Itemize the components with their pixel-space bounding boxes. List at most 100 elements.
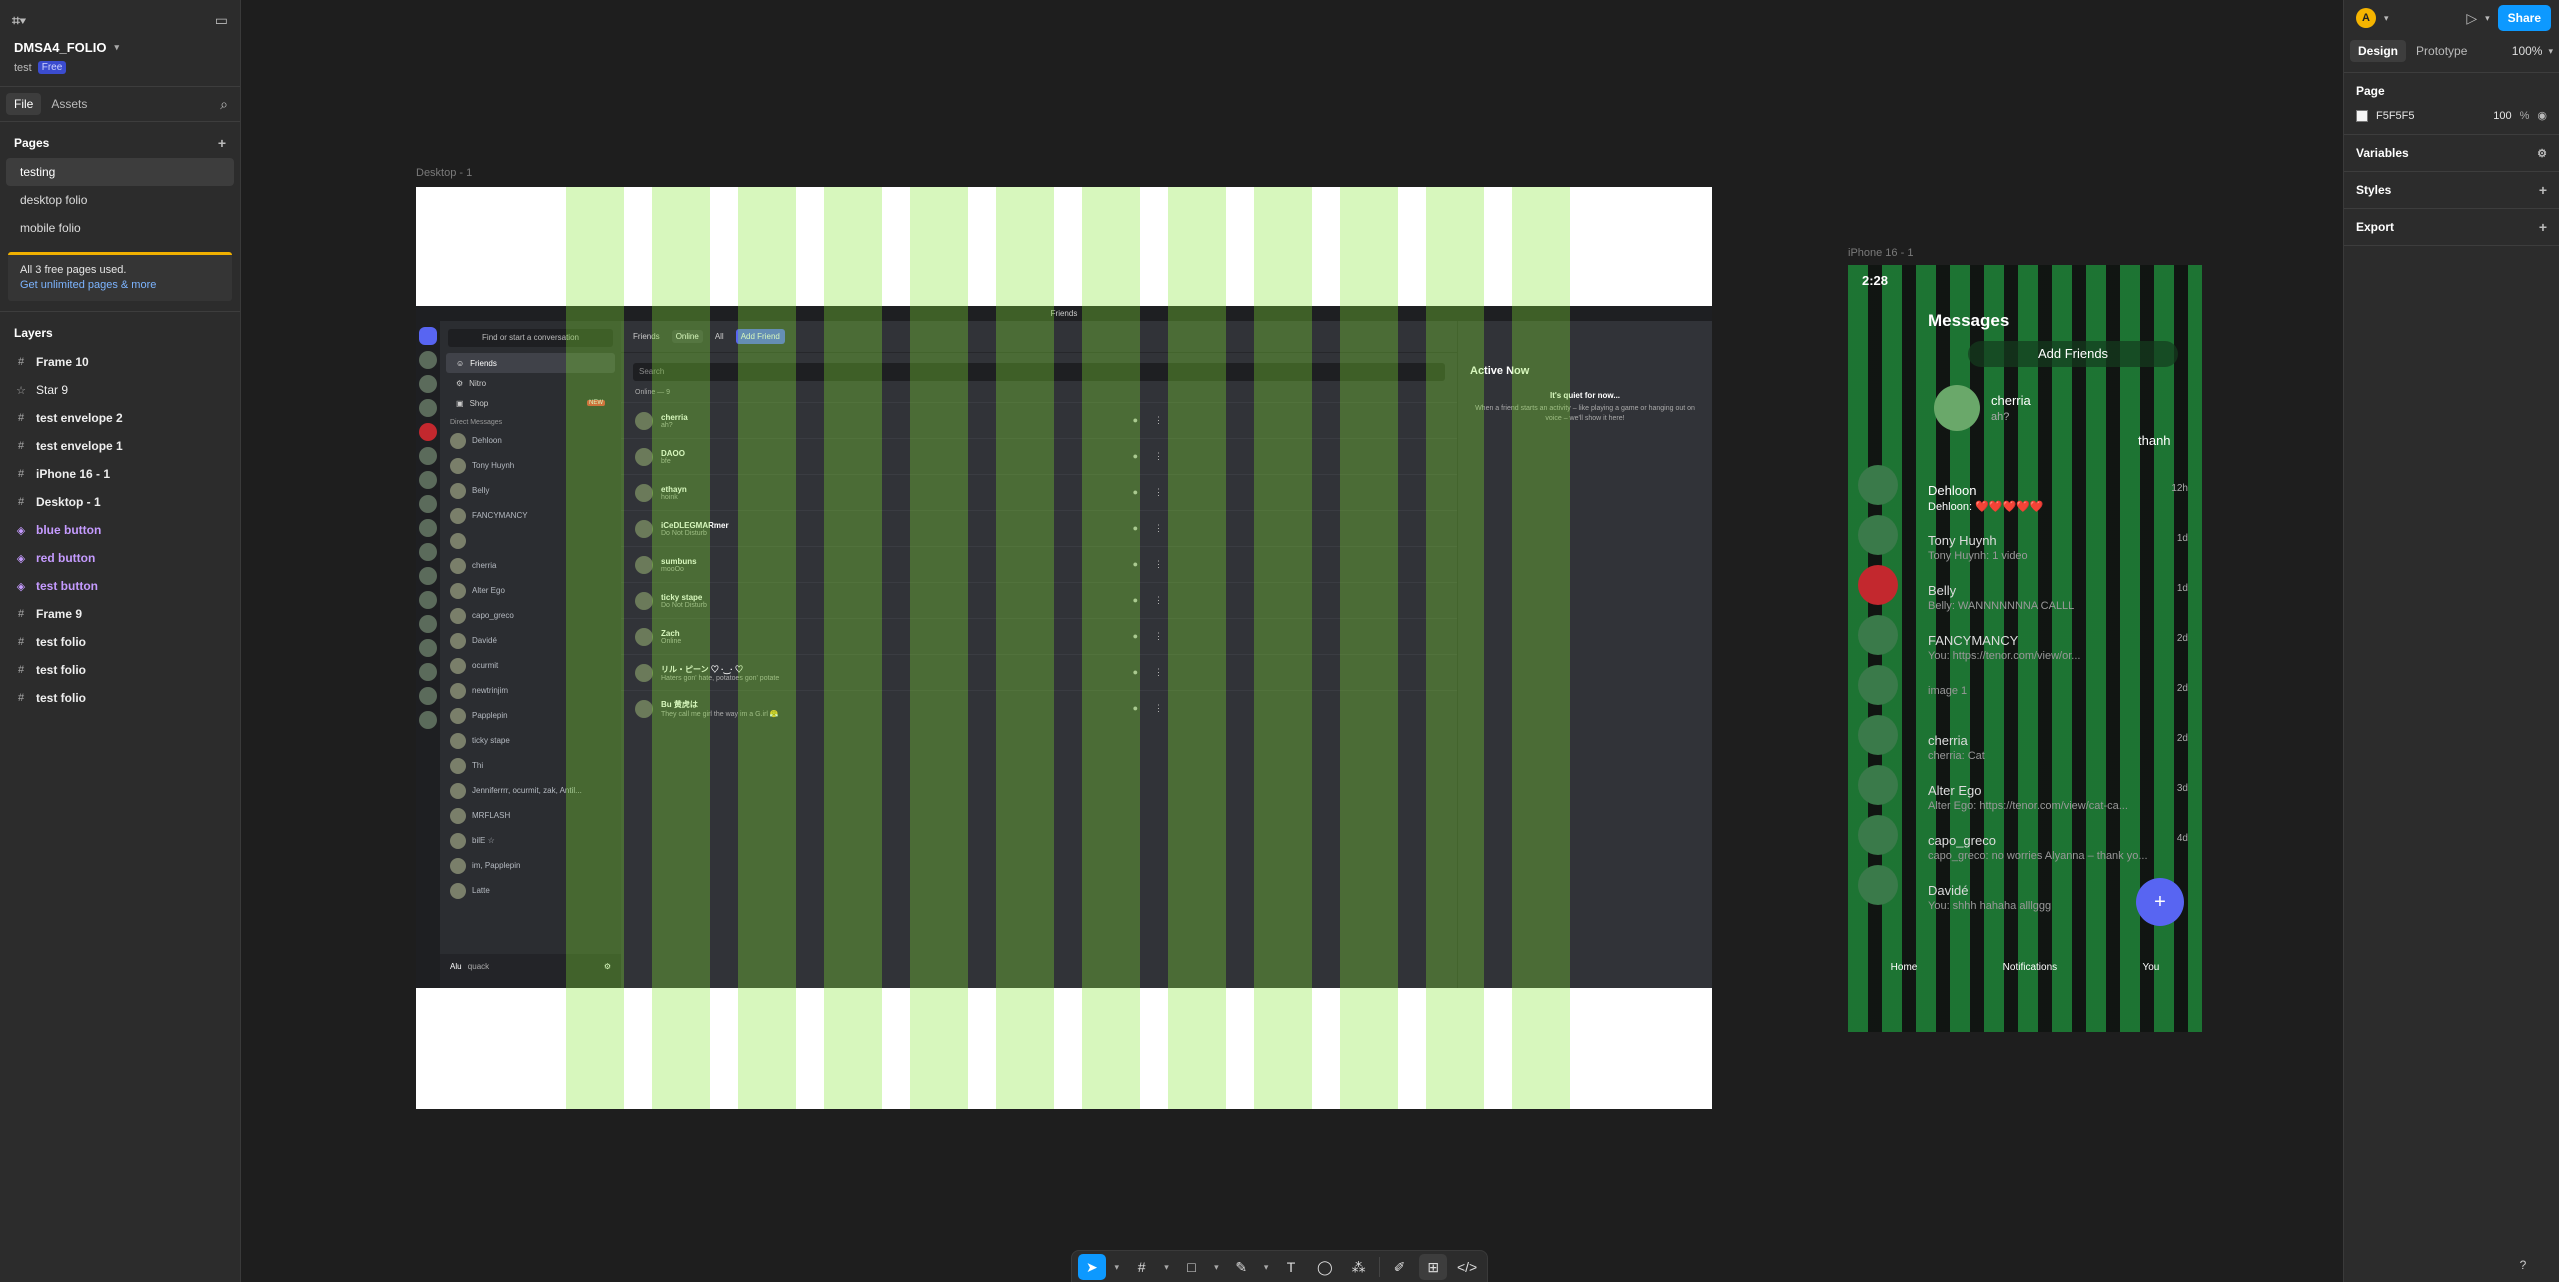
chevron-down-icon[interactable]: ▾ <box>2384 13 2389 24</box>
frame-icon: # <box>17 608 25 620</box>
layer-item[interactable]: # test folio <box>0 656 240 684</box>
sliders-icon[interactable]: ⚙ <box>2537 147 2547 160</box>
chevron-down-icon[interactable]: ▾ <box>1261 1262 1271 1273</box>
chevron-down-icon[interactable]: ▾ <box>2485 13 2490 24</box>
page-item-desktop-folio[interactable]: desktop folio <box>6 186 234 214</box>
figma-menu-icon[interactable]: ⌗▾ <box>12 12 26 29</box>
layer-item[interactable]: # Desktop - 1 <box>0 488 240 516</box>
dev-mode-icon[interactable]: </> <box>1453 1254 1481 1280</box>
friend-status: Online <box>661 637 682 645</box>
page-item-mobile-folio[interactable]: mobile folio <box>6 214 234 242</box>
avatar <box>450 632 466 649</box>
text-tool-icon[interactable]: T <box>1277 1254 1305 1280</box>
server-icon <box>419 591 437 609</box>
chevron-down-icon[interactable]: ▾ <box>2548 46 2553 57</box>
iphone-frame[interactable]: 2:28 Messages Add Friends cherria ah? th… <box>1848 265 2202 1032</box>
message-name: Tony Huynh <box>1928 533 1997 548</box>
comment-tool-icon[interactable]: ◯ <box>1311 1254 1339 1280</box>
color-swatch[interactable] <box>2356 109 2368 122</box>
rectangle-tool-icon[interactable]: □ <box>1178 1254 1206 1280</box>
layer-item[interactable]: ◈ red button <box>0 544 240 572</box>
dm-row: im, Papplepin <box>440 853 621 878</box>
search-icon[interactable]: ⌕ <box>220 96 228 113</box>
add-style-icon[interactable]: + <box>2539 182 2547 198</box>
frame-icon: # <box>17 664 25 676</box>
discord-mockup: Friends Find or start a conversation ☺ F… <box>416 306 1712 988</box>
project-name[interactable]: DMSA4_FOLIO ▾ <box>14 40 226 55</box>
add-export-icon[interactable]: + <box>2539 219 2547 235</box>
dm-name: Belly <box>472 486 490 495</box>
design-mode-icon[interactable]: ⊞ <box>1419 1254 1448 1280</box>
friend-actions: ● ⋮ <box>1133 559 1163 570</box>
layer-item[interactable]: # test envelope 2 <box>0 404 240 432</box>
actions-tool-icon[interactable]: ⁂ <box>1345 1254 1373 1280</box>
friend-actions: ● ⋮ <box>1133 631 1163 642</box>
draw-mode-icon[interactable]: ✐ <box>1386 1254 1414 1280</box>
tab-design[interactable]: Design <box>2350 40 2407 62</box>
message-preview: Dehloon: ❤️❤️❤️❤️❤️ <box>1928 501 2044 513</box>
add-page-icon[interactable]: + <box>218 135 226 151</box>
frame-icon: # <box>17 440 25 452</box>
server-icon <box>419 447 437 465</box>
page-opacity-value[interactable]: 100 <box>2493 110 2511 122</box>
styles-section[interactable]: Styles + <box>2344 172 2559 208</box>
iphone-frame-label[interactable]: iPhone 16 - 1 <box>1848 247 1913 259</box>
more-icon: ⋮ <box>1154 631 1163 641</box>
desktop-frame-label[interactable]: Desktop - 1 <box>416 167 472 179</box>
friend-row: DAOO bfe ● ⋮ <box>621 438 1457 474</box>
toggle-sidebar-icon[interactable]: ▭ <box>215 12 228 29</box>
eye-icon[interactable]: ◉ <box>2537 109 2547 122</box>
page-color-value[interactable]: F5F5F5 <box>2376 110 2415 122</box>
dm-row <box>440 528 621 553</box>
dm-name: MRFLASH <box>472 811 511 820</box>
play-icon[interactable]: ▷ <box>2466 10 2477 27</box>
message-time: 3d <box>2176 783 2188 794</box>
pages-title: Pages <box>14 136 50 150</box>
avatar <box>1858 615 1898 655</box>
more-icon: ⋮ <box>1154 523 1163 533</box>
friend-row: ticky stape Do Not Disturb ● ⋮ <box>621 582 1457 618</box>
plan-badge[interactable]: Free <box>37 61 67 74</box>
tab-prototype[interactable]: Prototype <box>2408 40 2475 62</box>
page-section-title: Page <box>2356 84 2385 98</box>
chevron-down-icon[interactable]: ▾ <box>1112 1262 1122 1273</box>
frame-tool-icon[interactable]: # <box>1128 1254 1156 1280</box>
dm-name: Latte <box>472 886 490 895</box>
tab-file[interactable]: File <box>6 93 42 115</box>
layer-item[interactable]: ◈ blue button <box>0 516 240 544</box>
message-row: capo_greco capo_greco: no worries Alyanna… <box>1928 833 2188 877</box>
page-item-testing[interactable]: testing <box>6 158 234 186</box>
dm-name: bilE ☆ <box>472 836 495 845</box>
layers-header: Layers <box>0 318 240 348</box>
avatar <box>450 682 466 699</box>
chevron-down-icon[interactable]: ▾ <box>1162 1262 1172 1273</box>
zoom-level[interactable]: 100% <box>2512 44 2543 58</box>
layer-item[interactable]: # test envelope 1 <box>0 432 240 460</box>
layer-item[interactable]: ◈ test button <box>0 572 240 600</box>
dm-row: Davidé <box>440 628 621 653</box>
story-name: thanh <box>2138 433 2171 448</box>
layer-item[interactable]: # test folio <box>0 628 240 656</box>
move-tool-icon[interactable]: ➤ <box>1078 1254 1106 1280</box>
upsell-link[interactable]: Get unlimited pages & more <box>20 278 220 293</box>
tab-assets[interactable]: Assets <box>43 93 95 115</box>
layer-item[interactable]: # test folio <box>0 684 240 712</box>
add-friends-button: Add Friends <box>1968 341 2178 367</box>
desktop-frame[interactable]: Friends Find or start a conversation ☺ F… <box>416 187 1712 1109</box>
layer-item[interactable]: # Frame 9 <box>0 600 240 628</box>
export-section[interactable]: Export + <box>2344 209 2559 245</box>
layer-item[interactable]: ☆ Star 9 <box>0 376 240 404</box>
variables-section[interactable]: Variables ⚙ <box>2344 135 2559 171</box>
share-button[interactable]: Share <box>2497 5 2551 31</box>
layer-item[interactable]: # Frame 10 <box>0 348 240 376</box>
canvas[interactable]: Desktop - 1 Friends Find or start a conv… <box>242 0 2342 1282</box>
layer-item[interactable]: # iPhone 16 - 1 <box>0 460 240 488</box>
pen-tool-icon[interactable]: ✎ <box>1227 1254 1255 1280</box>
page-section-header: Page <box>2344 73 2559 109</box>
chevron-down-icon[interactable]: ▾ <box>114 42 119 53</box>
server-icon <box>419 567 437 585</box>
avatar[interactable]: A <box>2356 8 2376 28</box>
frame-icon: # <box>17 496 25 508</box>
chevron-down-icon[interactable]: ▾ <box>1211 1262 1221 1273</box>
help-button[interactable]: ? <box>2512 1254 2534 1276</box>
